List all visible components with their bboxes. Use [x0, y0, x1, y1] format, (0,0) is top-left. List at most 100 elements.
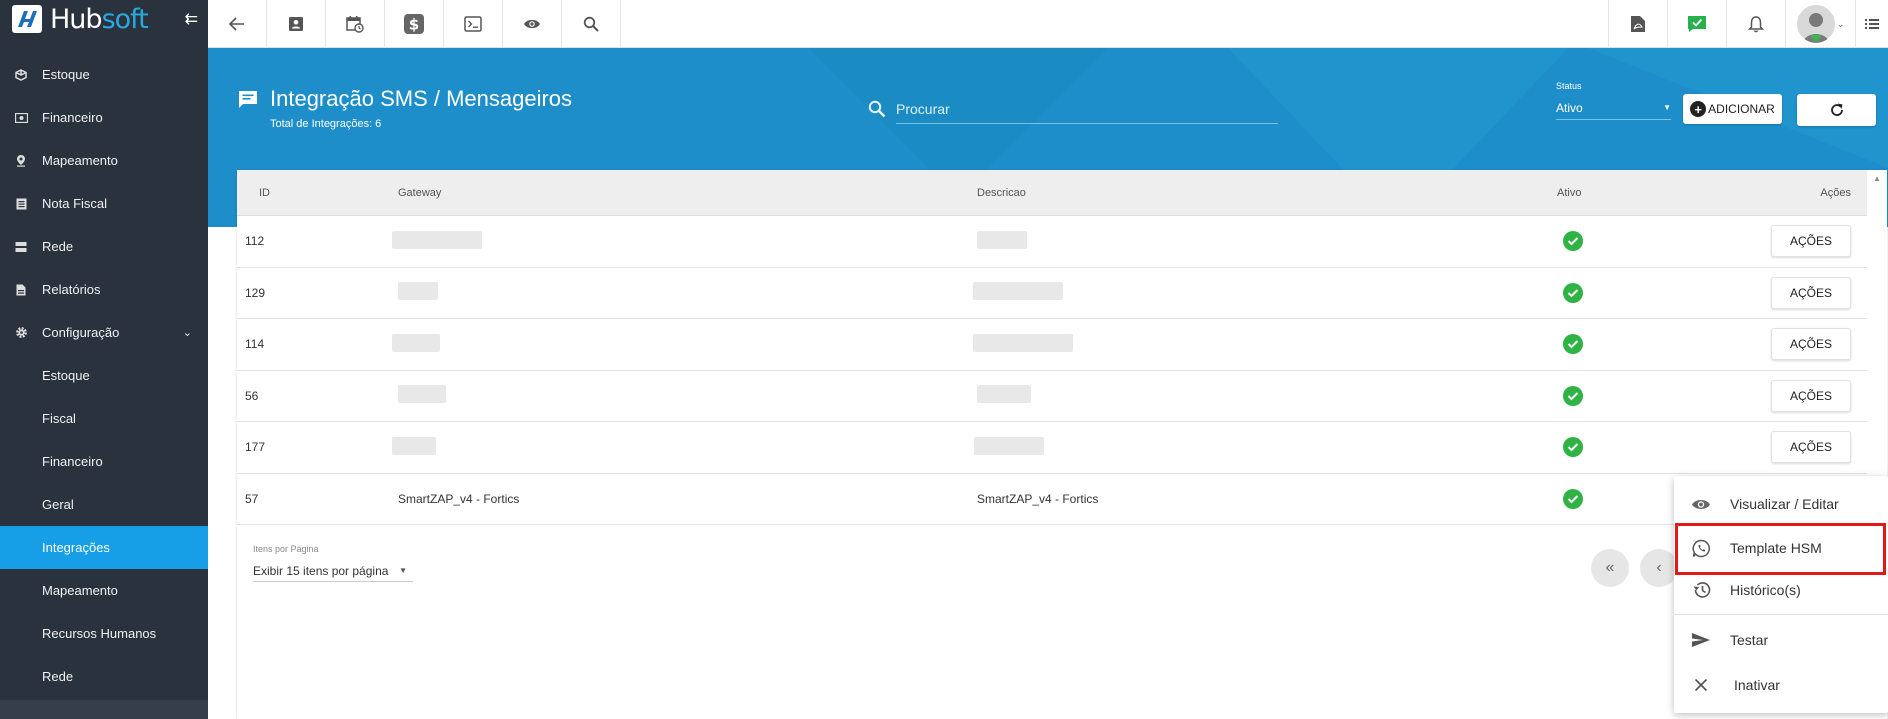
- back-button[interactable]: [208, 0, 267, 48]
- row-ativo: [1557, 231, 1737, 252]
- page-title: Integração SMS / Mensageiros: [270, 86, 573, 111]
- table-row[interactable]: 112 AÇÕES: [237, 216, 1867, 268]
- table-row[interactable]: 56 AÇÕES: [237, 371, 1867, 422]
- menu-item-testar[interactable]: Testar: [1674, 620, 1888, 660]
- acoes-button[interactable]: AÇÕES: [1771, 328, 1851, 361]
- acoes-button[interactable]: AÇÕES: [1771, 379, 1851, 412]
- table-row[interactable]: 177 AÇÕES: [237, 422, 1867, 474]
- menu-item-historico[interactable]: Histórico(s): [1674, 570, 1888, 610]
- status-label: Status: [1556, 81, 1582, 91]
- per-page-select[interactable]: Exibir 15 itens por página ▼: [253, 560, 413, 582]
- row-descricao: [977, 385, 1557, 406]
- sidebar-nav: Estoque Financeiro Mapeamento Nota Fisca…: [0, 53, 208, 698]
- status-filter[interactable]: Status Ativo ▼: [1556, 81, 1671, 120]
- row-gateway: [392, 436, 977, 458]
- menu-list-button[interactable]: [1855, 0, 1888, 48]
- sidebar-subitem-fiscal[interactable]: Fiscal: [0, 397, 208, 440]
- row-ativo: [1557, 437, 1737, 458]
- eye-icon: [524, 19, 540, 29]
- check-chat-icon: [1688, 16, 1706, 32]
- contact-button[interactable]: [267, 0, 326, 48]
- chat-icon: [239, 90, 257, 108]
- sidebar-item-mapeamento[interactable]: Mapeamento: [0, 139, 208, 182]
- table-row[interactable]: 114 AÇÕES: [237, 319, 1867, 371]
- acoes-button[interactable]: AÇÕES: [1771, 431, 1851, 464]
- sidebar-subitem-integracoes[interactable]: Integrações: [0, 526, 208, 569]
- row-id: 56: [245, 388, 259, 403]
- user-menu-button[interactable]: ⌄: [1785, 0, 1855, 48]
- collapse-sidebar-icon[interactable]: ⇇: [185, 9, 198, 29]
- column-header-gateway[interactable]: Gateway: [398, 187, 977, 199]
- row-gateway: [398, 385, 977, 406]
- sidebar-subitem-geral[interactable]: Geral: [0, 483, 208, 526]
- row-ativo: [1557, 385, 1737, 406]
- table-row[interactable]: 129 AÇÕES: [237, 268, 1867, 319]
- sidebar-item-nota-fiscal[interactable]: Nota Fiscal: [0, 182, 208, 225]
- sidebar-item-label: Estoque: [42, 67, 90, 82]
- search-input[interactable]: [896, 94, 1278, 124]
- redacted-text: [398, 385, 446, 404]
- menu-item-label: Testar: [1730, 632, 1769, 648]
- chevron-down-icon: ⌄: [182, 327, 192, 339]
- prev-page-button[interactable]: ‹: [1640, 549, 1678, 587]
- row-descricao: SmartZAP_v4 - Fortics: [977, 491, 1099, 506]
- menu-item-visualizar-editar[interactable]: Visualizar / Editar: [1674, 484, 1888, 524]
- receipt-icon: [14, 197, 28, 211]
- close-icon: [1690, 678, 1712, 692]
- sidebar-subitem-financeiro[interactable]: Financeiro: [0, 440, 208, 483]
- sidebar-subitem-estoque[interactable]: Estoque: [0, 354, 208, 397]
- search-icon: [868, 100, 886, 118]
- scroll-up-icon[interactable]: ▲: [1873, 174, 1881, 183]
- page-subtitle: Total de Integrações: 6: [270, 118, 382, 130]
- column-header-id[interactable]: ID: [237, 187, 398, 199]
- sidebar-item-configuracao[interactable]: Configuração ⌄: [0, 311, 208, 354]
- menu-item-inativar[interactable]: Inativar: [1674, 665, 1888, 705]
- sidebar-item-estoque[interactable]: Estoque: [0, 53, 208, 96]
- check-circle-icon: [1563, 231, 1583, 252]
- plus-circle-icon: +: [1690, 101, 1707, 117]
- redacted-text: [977, 230, 1027, 249]
- refresh-button[interactable]: [1797, 94, 1876, 126]
- acoes-button[interactable]: AÇÕES: [1771, 225, 1851, 258]
- send-icon: [1690, 632, 1712, 648]
- brand-logo: Hubsoft: [50, 3, 149, 35]
- column-header-ativo[interactable]: Ativo: [1557, 187, 1737, 199]
- row-gateway: [392, 333, 977, 355]
- sidebar-subitem-label: Financeiro: [42, 454, 103, 469]
- status-select[interactable]: Ativo ▼: [1556, 96, 1671, 120]
- tasks-button[interactable]: [1667, 0, 1726, 48]
- row-id: 112: [245, 234, 265, 249]
- row-id: 177: [245, 440, 266, 455]
- redacted-text: [392, 436, 436, 455]
- view-button[interactable]: [503, 0, 562, 48]
- check-circle-icon: [1563, 437, 1583, 458]
- terminal-button[interactable]: [444, 0, 503, 48]
- sidebar-item-label: Financeiro: [42, 110, 103, 125]
- search-button[interactable]: [562, 0, 621, 48]
- avatar: [1796, 5, 1835, 43]
- menu-item-template-hsm[interactable]: Template HSM: [1674, 528, 1888, 568]
- sidebar-item-label: Relatórios: [42, 282, 101, 297]
- billing-button[interactable]: $: [385, 0, 444, 48]
- check-circle-icon: [1563, 282, 1583, 303]
- file-icon: [14, 283, 28, 297]
- sidebar-subitem-recursos-humanos[interactable]: Recursos Humanos: [0, 612, 208, 655]
- acoes-button[interactable]: AÇÕES: [1771, 276, 1851, 309]
- sidebar-item-rede[interactable]: Rede: [0, 225, 208, 268]
- topbar-right: ⌄: [1608, 0, 1888, 48]
- notifications-button[interactable]: [1726, 0, 1785, 48]
- redacted-text: [974, 436, 1044, 455]
- pdf-button[interactable]: [1608, 0, 1667, 48]
- row-ativo: [1557, 334, 1737, 355]
- row-gateway: SmartZAP_v4 - Fortics: [398, 491, 520, 506]
- column-header-descricao[interactable]: Descricao: [977, 187, 1557, 199]
- row-acoes: AÇÕES: [1737, 431, 1867, 464]
- sidebar-subitem-rede[interactable]: Rede: [0, 655, 208, 698]
- add-button[interactable]: + ADICIONAR: [1683, 94, 1782, 124]
- sidebar-item-financeiro[interactable]: Financeiro: [0, 96, 208, 139]
- schedule-button[interactable]: [326, 0, 385, 48]
- sidebar-subitem-mapeamento[interactable]: Mapeamento: [0, 569, 208, 612]
- sidebar-item-relatorios[interactable]: Relatórios: [0, 268, 208, 311]
- first-page-button[interactable]: «: [1591, 549, 1629, 587]
- table-row[interactable]: 57 SmartZAP_v4 - Fortics SmartZAP_v4 - F…: [237, 474, 1867, 525]
